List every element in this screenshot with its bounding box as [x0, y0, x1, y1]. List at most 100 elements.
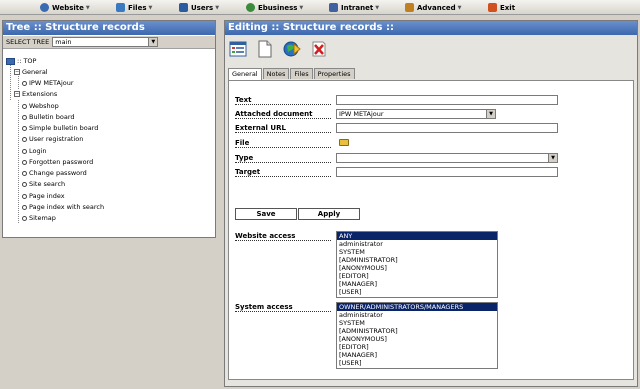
menu-website-label: Website [52, 3, 84, 12]
menu-users-label: Users [191, 3, 214, 12]
list-item[interactable]: [USER] [337, 359, 497, 367]
tree-node-general[interactable]: − General [14, 67, 48, 77]
leaf-node-icon [22, 204, 27, 210]
computer-icon [6, 57, 15, 65]
list-item[interactable]: ANY [337, 232, 497, 240]
menu-ebusiness[interactable]: Ebusiness ▼ [246, 1, 303, 14]
type-label: Type [235, 154, 331, 163]
target-input[interactable] [336, 167, 558, 177]
tree-node-page-index-with-search[interactable]: Page index with search [22, 202, 104, 212]
tree-node-ipw-metajour[interactable]: IPW METAjour [22, 78, 74, 88]
tab-files[interactable]: Files [290, 68, 313, 79]
new-document-button[interactable] [256, 40, 274, 58]
leaf-node-icon [22, 170, 27, 176]
text-input[interactable] [336, 95, 558, 105]
system-access-label: System access [235, 303, 331, 312]
tree-node-login[interactable]: Login [22, 146, 47, 156]
select-tree-dropdown[interactable]: main ▼ [52, 37, 159, 47]
publish-button[interactable] [283, 40, 301, 58]
tree-node-change-password[interactable]: Change password [22, 168, 87, 178]
chevron-down-icon[interactable]: ▼ [486, 110, 495, 118]
properties-button[interactable] [229, 40, 247, 58]
tab-properties[interactable]: Properties [313, 68, 355, 79]
chevron-down-icon[interactable]: ▼ [148, 38, 158, 46]
leaf-node-icon [22, 80, 27, 86]
tree-node-forgotten-password[interactable]: Forgotten password [22, 157, 93, 167]
tree-node-extensions[interactable]: − Extensions [14, 89, 57, 99]
tree-node-page-index[interactable]: Page index [22, 191, 65, 201]
menu-files[interactable]: Files ▼ [116, 1, 152, 14]
chevron-down-icon: ▼ [148, 4, 153, 11]
chevron-down-icon: ▼ [375, 4, 380, 11]
list-item[interactable]: [ADMINISTRATOR] [337, 327, 497, 335]
intranet-icon [329, 3, 338, 12]
delete-icon [312, 41, 326, 57]
tree-node-simple-bulletin-board[interactable]: Simple bulletin board [22, 123, 98, 133]
list-item[interactable]: [MANAGER] [337, 280, 497, 288]
save-button[interactable]: Save [235, 208, 297, 220]
leaf-node-icon [22, 114, 27, 120]
external-url-input[interactable] [336, 123, 558, 133]
collapse-icon[interactable]: − [14, 69, 20, 75]
tree-node-label: Forgotten password [29, 158, 94, 166]
chevron-down-icon: ▼ [85, 4, 90, 11]
list-item[interactable]: SYSTEM [337, 319, 497, 327]
chevron-down-icon: ▼ [299, 4, 304, 11]
select-tree-value: main [55, 38, 72, 46]
general-form: Text Attached document IPW METAjour ▼ Ex… [228, 80, 634, 380]
menu-users[interactable]: Users ▼ [179, 1, 219, 14]
menu-exit[interactable]: Exit [488, 1, 515, 14]
tree-node-top[interactable]: :: TOP [6, 56, 36, 66]
tree-node-site-search[interactable]: Site search [22, 179, 65, 189]
tree-node-webshop[interactable]: Webshop [22, 101, 59, 111]
editing-panel: Editing :: Structure records :: General … [224, 20, 638, 387]
tree-node-user-registration[interactable]: User registration [22, 134, 83, 144]
menu-ebusiness-label: Ebusiness [258, 3, 298, 12]
file-label: File [235, 139, 331, 148]
attached-document-dropdown[interactable]: IPW METAjour ▼ [336, 109, 496, 119]
menu-advanced[interactable]: Advanced ▼ [405, 1, 461, 14]
menu-website[interactable]: Website ▼ [40, 1, 90, 14]
external-url-label: External URL [235, 124, 331, 133]
list-item[interactable]: administrator [337, 311, 497, 319]
chevron-down-icon: ▼ [457, 4, 462, 11]
tree-node-label: Extensions [22, 90, 58, 98]
tree-node-label: General [22, 68, 48, 76]
leaf-node-icon [22, 215, 27, 221]
top-menu-bar: Website ▼ Files ▼ Users ▼ Ebusiness ▼ Intran… [0, 0, 640, 15]
menu-intranet[interactable]: Intranet ▼ [329, 1, 379, 14]
delete-button[interactable] [310, 40, 328, 58]
list-item[interactable]: [EDITOR] [337, 343, 497, 351]
tree-node-bulletin-board[interactable]: Bulletin board [22, 112, 75, 122]
tree-node-label: Login [29, 147, 47, 155]
list-item[interactable]: OWNER/ADMINISTRATORS/MANAGERS [337, 303, 497, 311]
list-item[interactable]: [EDITOR] [337, 272, 497, 280]
tree-node-label: User registration [29, 135, 84, 143]
tree-node-sitemap[interactable]: Sitemap [22, 213, 56, 223]
type-dropdown[interactable]: ▼ [336, 153, 558, 163]
list-item[interactable]: [ANONYMOUS] [337, 264, 497, 272]
apply-button[interactable]: Apply [298, 208, 360, 220]
menu-advanced-label: Advanced [417, 3, 456, 12]
list-item[interactable]: [USER] [337, 288, 497, 296]
globe-icon [40, 3, 49, 12]
select-tree-row: SELECT TREE main ▼ [3, 36, 215, 49]
list-item[interactable]: administrator [337, 240, 497, 248]
list-item[interactable]: [MANAGER] [337, 351, 497, 359]
editing-toolbar [229, 38, 328, 60]
tree-node-label: Bulletin board [29, 113, 75, 121]
advanced-icon [405, 3, 414, 12]
tab-notes[interactable]: Notes [262, 68, 290, 79]
list-item[interactable]: SYSTEM [337, 248, 497, 256]
tree-connector [18, 76, 19, 89]
chevron-down-icon[interactable]: ▼ [548, 154, 557, 162]
folder-open-icon[interactable] [339, 139, 349, 146]
list-item[interactable]: [ADMINISTRATOR] [337, 256, 497, 264]
collapse-icon[interactable]: − [14, 91, 20, 97]
system-access-listbox[interactable]: OWNER/ADMINISTRATORS/MANAGERS administra… [336, 302, 498, 369]
list-item[interactable]: [ANONYMOUS] [337, 335, 497, 343]
tab-general[interactable]: General [228, 68, 262, 80]
website-access-listbox[interactable]: ANY administrator SYSTEM [ADMINISTRATOR]… [336, 231, 498, 298]
menu-exit-label: Exit [500, 3, 516, 12]
tree-node-label: Page index [29, 192, 65, 200]
